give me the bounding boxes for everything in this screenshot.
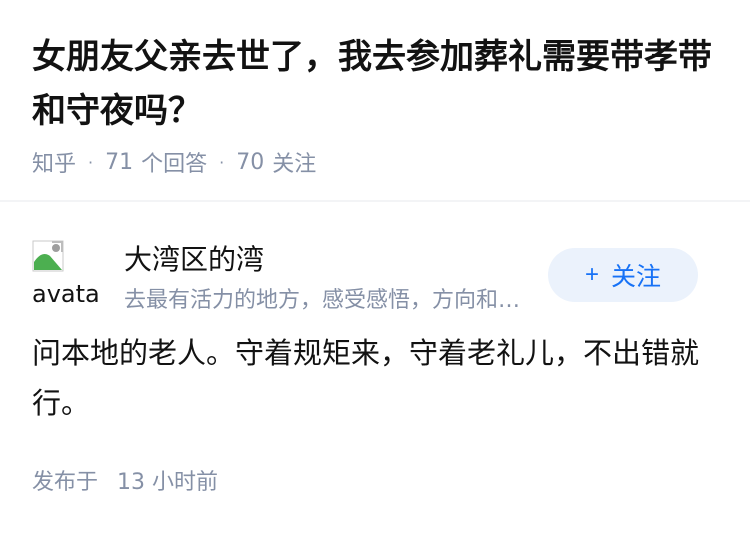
publish-time: 发布于 13 小时前 (32, 464, 718, 496)
author-name[interactable]: 大湾区的湾 (124, 238, 264, 278)
question-meta: 知乎 · 71 个回答 · 70 关注 (32, 146, 718, 178)
author-bio: 去最有活力的地方，感受感悟，方向和积累... (124, 288, 536, 313)
question-title[interactable]: 女朋友父亲去世了，我去参加葬礼需要带孝带和守夜吗？ (32, 30, 718, 138)
separator-dot: · (88, 152, 94, 172)
follower-count-label: 关注 (272, 152, 317, 177)
follow-button[interactable]: + 关注 (548, 248, 698, 302)
avatar[interactable]: avatar (32, 240, 98, 306)
source-label[interactable]: 知乎 (32, 146, 76, 178)
follow-button-label: 关注 (611, 263, 662, 291)
answer-card: avatar 大湾区的湾 去最有活力的地方，感受感悟，方向和积累... + 关注… (0, 232, 750, 496)
publish-time-value: 13 小时前 (117, 470, 219, 495)
answer-content[interactable]: 问本地的老人。守着规矩来，守着老礼儿，不出错就行。 (32, 328, 718, 428)
publish-time-prefix: 发布于 (32, 470, 99, 495)
answer-count: 71 (105, 149, 134, 175)
avatar-alt-text: avatar (32, 280, 98, 306)
separator-dot: · (219, 152, 225, 172)
question-header: 女朋友父亲去世了，我去参加葬礼需要带孝带和守夜吗？ 知乎 · 71 个回答 · … (0, 0, 750, 177)
answer-count-label[interactable]: 个回答 (141, 146, 207, 178)
divider (0, 200, 750, 202)
plus-icon: + (584, 261, 599, 288)
follower-count: 70 (236, 149, 265, 175)
broken-image-icon (32, 240, 64, 272)
author-row: avatar 大湾区的湾 去最有活力的地方，感受感悟，方向和积累... + 关注 (32, 232, 718, 322)
